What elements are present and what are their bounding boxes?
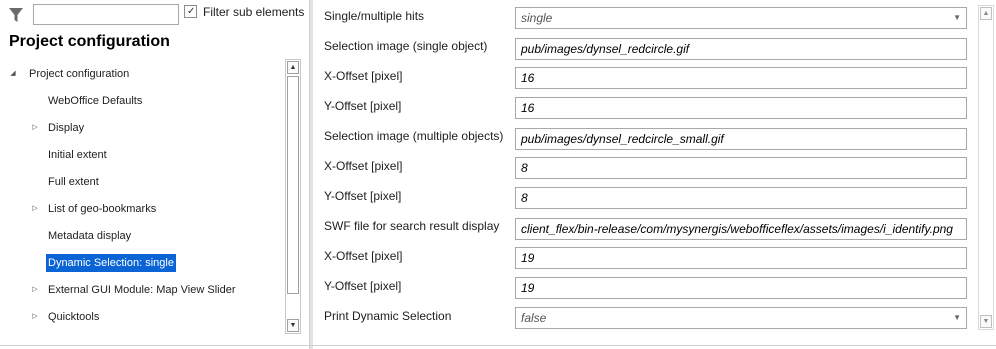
property-value: 8: [521, 161, 528, 175]
property-value: single: [521, 11, 553, 25]
property-input[interactable]: 19: [515, 277, 967, 299]
tree-item-label: WebOffice Defaults: [48, 95, 143, 107]
tree-item-label: Dynamic Selection: single: [46, 254, 176, 272]
property-input[interactable]: 16: [515, 67, 967, 89]
property-dropdown[interactable]: single ▼: [515, 7, 967, 29]
collapsed-arrow-icon[interactable]: ▷: [30, 119, 40, 137]
property-input[interactable]: 8: [515, 157, 967, 179]
filter-sub-elements-label: Filter sub elements: [203, 5, 305, 19]
tree-item-label: Full extent: [48, 176, 99, 188]
property-label: Y-Offset [pixel]: [324, 99, 402, 113]
panel-title: Project configuration: [9, 33, 170, 50]
property-value: 8: [521, 191, 528, 205]
property-label: X-Offset [pixel]: [324, 249, 403, 263]
property-value: pub/images/dynsel_redcircle.gif: [521, 42, 690, 56]
property-input[interactable]: 19: [515, 247, 967, 269]
property-value: 19: [521, 281, 535, 295]
tree-item-label: Project configuration: [29, 68, 130, 80]
property-label: X-Offset [pixel]: [324, 159, 403, 173]
bottom-divider: [0, 345, 996, 346]
scroll-down-button[interactable]: ▼: [287, 319, 299, 332]
tree-item-label: External GUI Module: Map View Slider: [48, 284, 236, 296]
tree-item-label: Quicktools: [48, 311, 100, 323]
property-label: X-Offset [pixel]: [324, 69, 403, 83]
project-tree: ◢ Project configuration WebOffice Defaults…: [8, 60, 284, 335]
expanded-arrow-icon[interactable]: ◢: [8, 65, 18, 83]
scroll-up-button[interactable]: ▲: [980, 7, 992, 20]
scroll-down-button[interactable]: ▼: [980, 315, 992, 328]
property-input[interactable]: 8: [515, 187, 967, 209]
chevron-down-icon[interactable]: ▼: [953, 308, 961, 328]
property-input[interactable]: 16: [515, 97, 967, 119]
property-label: Y-Offset [pixel]: [324, 279, 402, 293]
property-value: 19: [521, 251, 535, 265]
property-input[interactable]: pub/images/dynsel_redcircle_small.gif: [515, 128, 967, 150]
property-scrollbar[interactable]: ▲ ▼: [978, 5, 994, 330]
property-label: Selection image (single object): [324, 39, 488, 53]
tree-item-label: Metadata display: [48, 230, 132, 242]
chevron-down-icon[interactable]: ▼: [953, 8, 961, 28]
property-value: pub/images/dynsel_redcircle_small.gif: [521, 132, 724, 146]
property-value: false: [521, 311, 547, 325]
tree-item-label: Initial extent: [48, 149, 107, 161]
property-value: 16: [521, 71, 535, 85]
project-tree-panel: ✓ Filter sub elements Project configurat…: [0, 0, 308, 349]
filter-sub-elements-checkbox[interactable]: ✓: [184, 5, 197, 18]
property-label: Print Dynamic Selection: [324, 309, 452, 323]
collapsed-arrow-icon[interactable]: ▷: [30, 308, 40, 326]
collapsed-arrow-icon[interactable]: ▷: [30, 200, 40, 218]
property-dropdown[interactable]: false ▼: [515, 307, 967, 329]
property-label: Single/multiple hits: [324, 9, 425, 23]
scrollbar-thumb[interactable]: [287, 76, 299, 294]
property-input[interactable]: client_flex/bin-release/com/mysynergis/w…: [515, 218, 967, 240]
filter-input[interactable]: [33, 4, 179, 25]
tree-scrollbar[interactable]: ▲ ▼: [285, 59, 301, 334]
tree-item-label: List of geo-bookmarks: [48, 203, 157, 215]
property-label: SWF file for search result display: [324, 219, 500, 233]
property-input[interactable]: pub/images/dynsel_redcircle.gif: [515, 38, 967, 60]
checkmark-icon: ✓: [187, 6, 196, 17]
tree-item-label: Display: [48, 122, 85, 134]
property-value: client_flex/bin-release/com/mysynergis/w…: [521, 222, 953, 236]
filter-icon[interactable]: [8, 6, 24, 24]
property-label: Selection image (multiple objects): [324, 129, 504, 143]
property-grid: Single/multiple hits single ▼ Selection ima…: [313, 0, 996, 349]
scroll-up-button[interactable]: ▲: [287, 61, 299, 74]
collapsed-arrow-icon[interactable]: ▷: [30, 281, 40, 299]
property-value: 16: [521, 101, 535, 115]
property-label: Y-Offset [pixel]: [324, 189, 402, 203]
